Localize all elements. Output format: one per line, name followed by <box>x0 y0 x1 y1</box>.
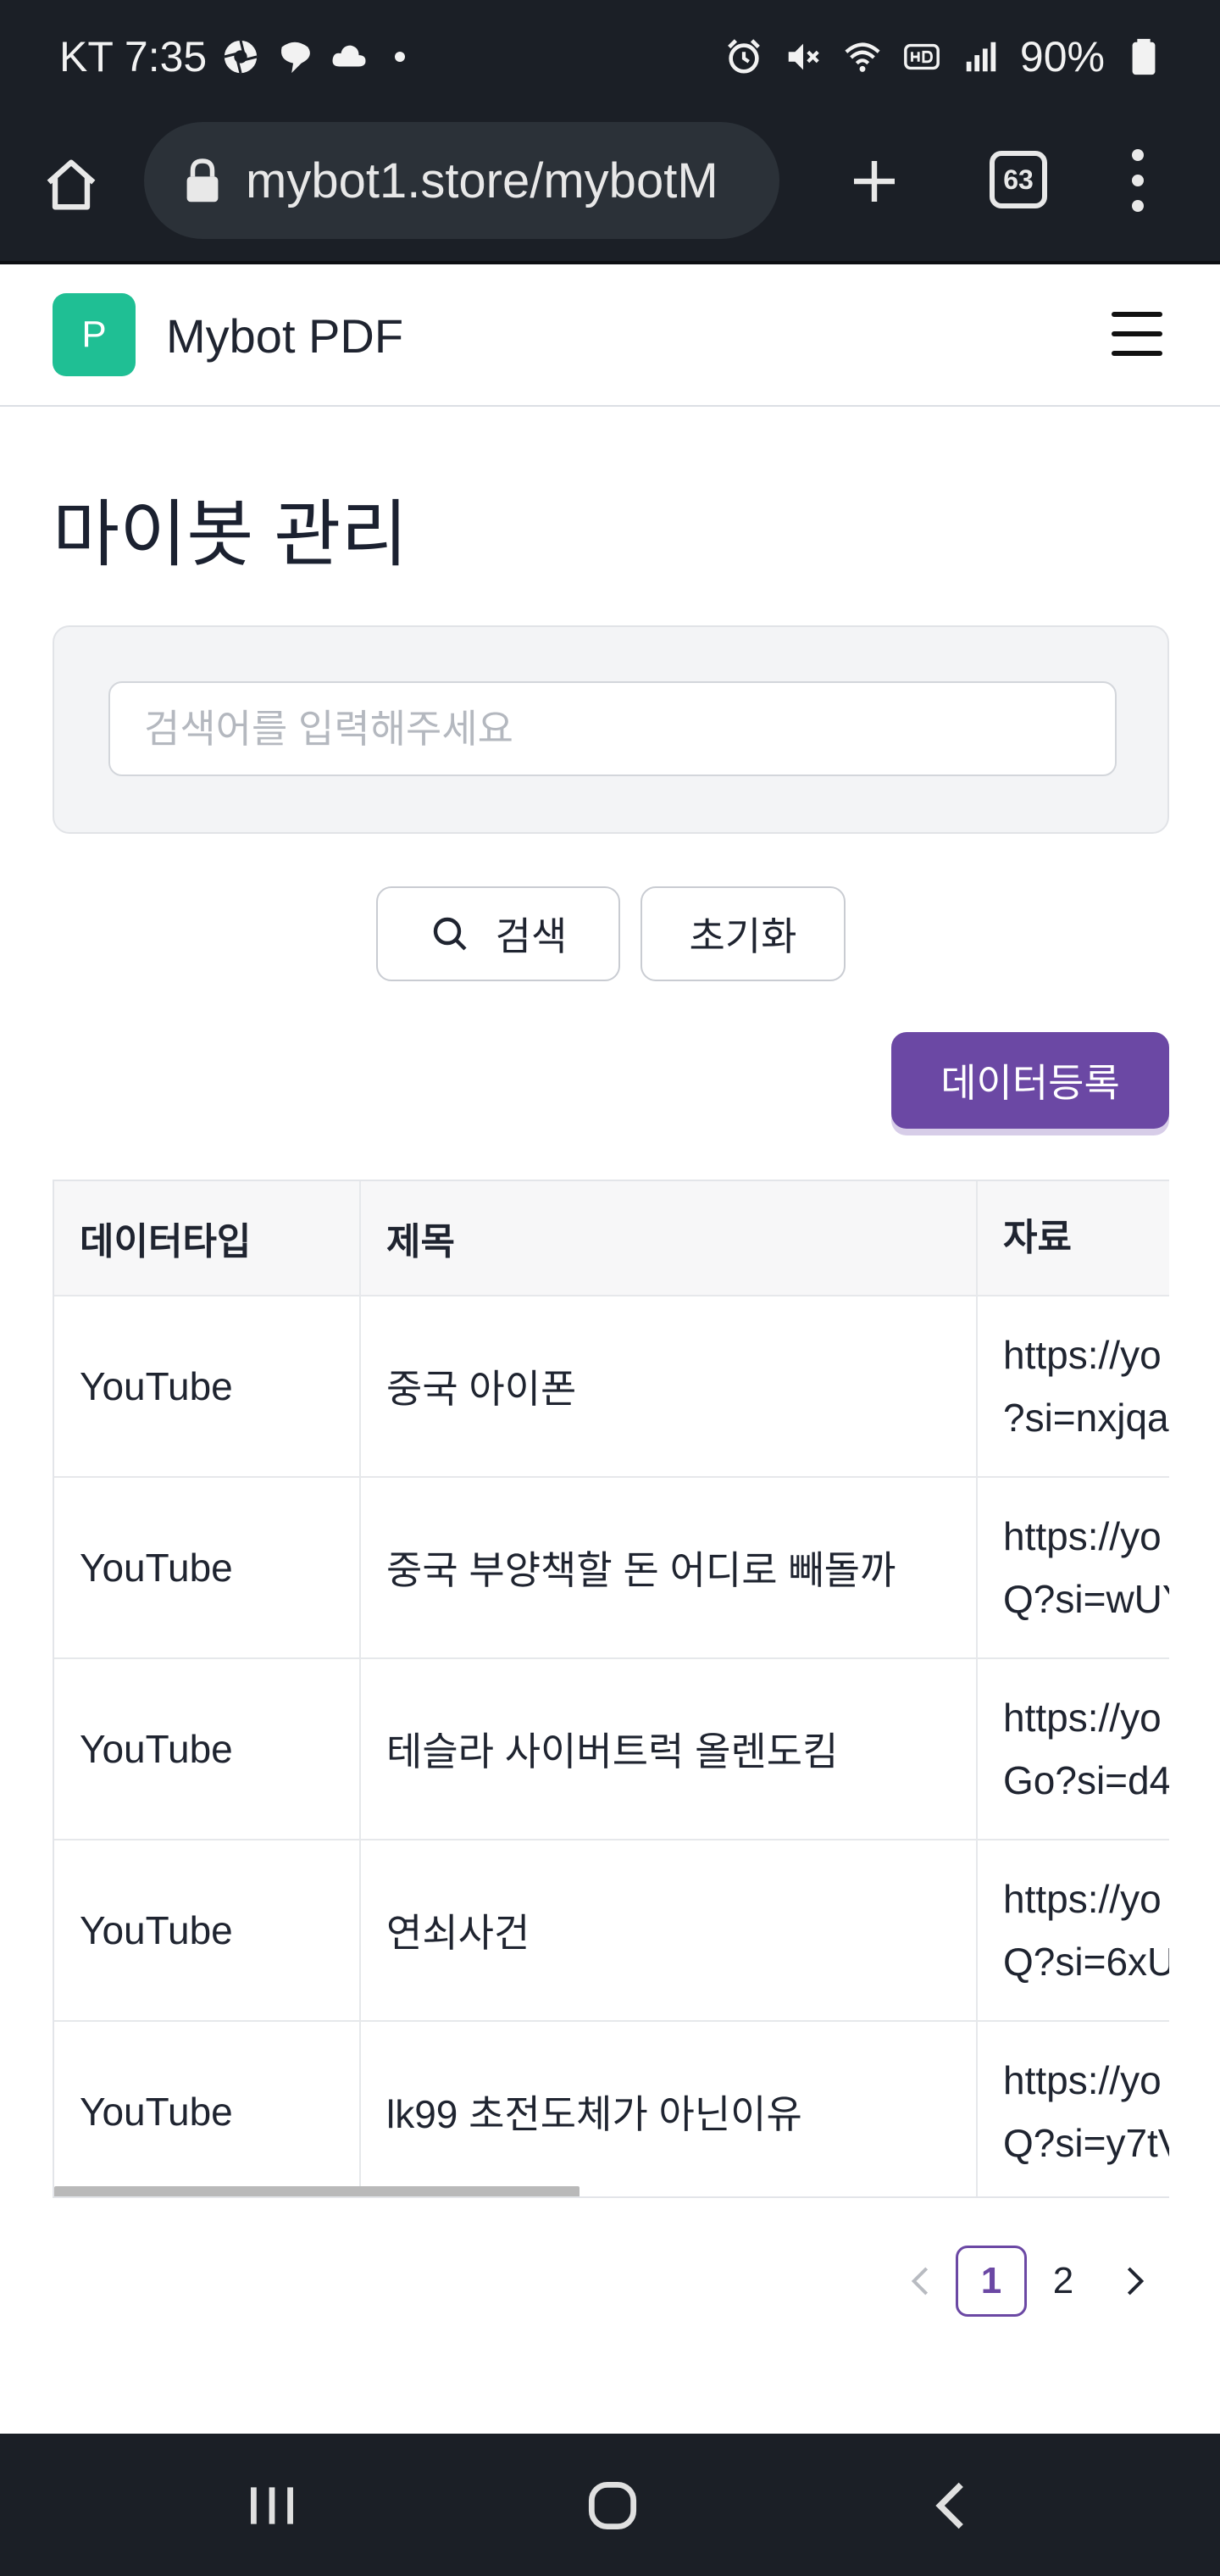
search-button-label: 검색 <box>495 914 568 958</box>
hamburger-menu-icon[interactable] <box>1112 312 1162 356</box>
signal-icon <box>961 36 1001 77</box>
cell-title: 연쇠사건 <box>361 1840 978 2020</box>
mute-icon <box>783 36 824 77</box>
cell-data-line: Q?si=wUY <box>1003 1577 1169 1621</box>
aperture-icon <box>220 36 261 77</box>
cell-title: 중국 아이폰 <box>361 1296 978 1476</box>
more-vert-icon-dot <box>1132 175 1144 186</box>
more-vert-icon-dot <box>1132 200 1144 212</box>
next-page-button[interactable] <box>1113 2246 1156 2317</box>
cell-data-link[interactable]: https://yo ?si=nxjqa <box>978 1296 1169 1476</box>
page-2-button[interactable]: 2 <box>1042 2246 1084 2317</box>
cell-data-line: https://yo <box>1003 2058 1162 2102</box>
reset-button[interactable]: 초기화 <box>640 886 846 981</box>
cell-type: YouTube <box>54 1478 361 1657</box>
page-1-button[interactable]: 1 <box>956 2246 1027 2317</box>
cell-data-line: https://yo <box>1003 1877 1162 1921</box>
browser-home-button[interactable] <box>36 149 107 220</box>
search-icon <box>433 917 467 951</box>
cell-title: lk99 초전도체가 아닌이유 <box>361 2022 978 2196</box>
browser-toolbar: mybot1.store/mybotM 63 <box>0 115 1220 264</box>
cell-data-line: ?si=nxjqa <box>1003 1396 1169 1440</box>
table-row[interactable]: YouTube lk99 초전도체가 아닌이유 https://yo Q?si=… <box>54 2022 1169 2196</box>
search-panel <box>53 625 1169 834</box>
recent-apps-icon <box>251 2487 293 2524</box>
column-header-type[interactable]: 데이터타입 <box>54 1181 361 1295</box>
logo[interactable]: P <box>53 293 136 376</box>
more-vert-icon-dot <box>1132 149 1144 161</box>
chevron-right-icon <box>1127 2267 1145 2296</box>
cell-data-link[interactable]: https://yo Q?si=6xU <box>978 1840 1169 2020</box>
register-data-button[interactable]: 데이터등록 <box>891 1032 1169 1129</box>
cell-data-line: Q?si=6xU <box>1003 1940 1169 1984</box>
plus-icon <box>854 161 895 202</box>
hd-icon <box>901 36 942 77</box>
notification-dot-icon <box>395 52 406 62</box>
cell-data-link[interactable]: https://yo Q?si=y7tV <box>978 2022 1169 2196</box>
back-chevron-icon <box>935 2482 963 2529</box>
system-nav-bar <box>0 2434 1220 2576</box>
new-tab-button[interactable] <box>839 146 910 217</box>
cell-type: YouTube <box>54 2022 361 2196</box>
browser-menu-button[interactable] <box>1117 142 1159 219</box>
carrier-time: KT 7:35 <box>59 33 208 80</box>
search-input[interactable] <box>108 681 1117 776</box>
chat-bubble-icon <box>274 36 315 77</box>
table-row[interactable]: YouTube 테슬라 사이버트럭 올렌도킴 https://yo Go?si=… <box>54 1659 1169 1840</box>
site-header: P Mybot PDF <box>0 268 1220 407</box>
cell-type: YouTube <box>54 1659 361 1839</box>
tab-switcher-button[interactable]: 63 <box>990 151 1047 208</box>
search-button[interactable]: 검색 <box>376 886 620 981</box>
table-header-row: 데이터타입 제목 자료 <box>54 1181 1169 1296</box>
battery-icon <box>1123 36 1164 77</box>
cell-data-line: Q?si=y7tV <box>1003 2121 1169 2165</box>
reset-button-label: 초기화 <box>689 914 797 958</box>
page-title: 마이봇 관리 <box>53 494 408 575</box>
table-row[interactable]: YouTube 중국 부양책할 돈 어디로 빼돌까 https://yo Q?s… <box>54 1478 1169 1659</box>
brand-name[interactable]: Mybot PDF <box>166 308 403 364</box>
chevron-left-icon <box>911 2267 929 2296</box>
prev-page-button[interactable] <box>900 2246 942 2317</box>
cell-data-line: https://yo <box>1003 1333 1162 1377</box>
cell-data-line: https://yo <box>1003 1696 1162 1740</box>
cell-data-line: https://yo <box>1003 1514 1162 1558</box>
column-header-title[interactable]: 제목 <box>361 1181 978 1295</box>
home-circle-icon <box>588 2481 637 2530</box>
status-bar: KT 7:35 90% <box>0 0 1220 115</box>
table-horizontal-scrollbar[interactable] <box>54 2186 1169 2196</box>
cell-data-link[interactable]: https://yo Go?si=d4 <box>978 1659 1169 1839</box>
alarm-icon <box>724 36 764 77</box>
system-home-button[interactable] <box>574 2468 651 2544</box>
address-bar[interactable]: mybot1.store/mybotM <box>144 122 779 239</box>
cell-data-line: Go?si=d4 <box>1003 1758 1169 1802</box>
scrollbar-thumb[interactable] <box>54 2186 580 2196</box>
cloud-icon <box>329 36 369 77</box>
home-icon <box>47 159 96 210</box>
cell-data-link[interactable]: https://yo Q?si=wUY <box>978 1478 1169 1657</box>
cell-title: 중국 부양책할 돈 어디로 빼돌까 <box>361 1478 978 1657</box>
system-back-button[interactable] <box>915 2468 991 2544</box>
cell-type: YouTube <box>54 1296 361 1476</box>
data-table: 데이터타입 제목 자료 YouTube 중국 아이폰 https://yo ?s… <box>53 1180 1169 2198</box>
table-row[interactable]: YouTube 연쇠사건 https://yo Q?si=6xU <box>54 1840 1169 2022</box>
lock-icon <box>186 158 219 203</box>
column-header-data[interactable]: 자료 <box>978 1181 1169 1295</box>
recent-apps-button[interactable] <box>234 2468 310 2544</box>
battery-percent: 90% <box>1019 33 1105 80</box>
table-row[interactable]: YouTube 중국 아이폰 https://yo ?si=nxjqa <box>54 1296 1169 1478</box>
url-text: mybot1.store/mybotM <box>246 153 718 208</box>
cell-title: 테슬라 사이버트럭 올렌도킴 <box>361 1659 978 1839</box>
wifi-icon <box>842 36 883 77</box>
cell-type: YouTube <box>54 1840 361 2020</box>
